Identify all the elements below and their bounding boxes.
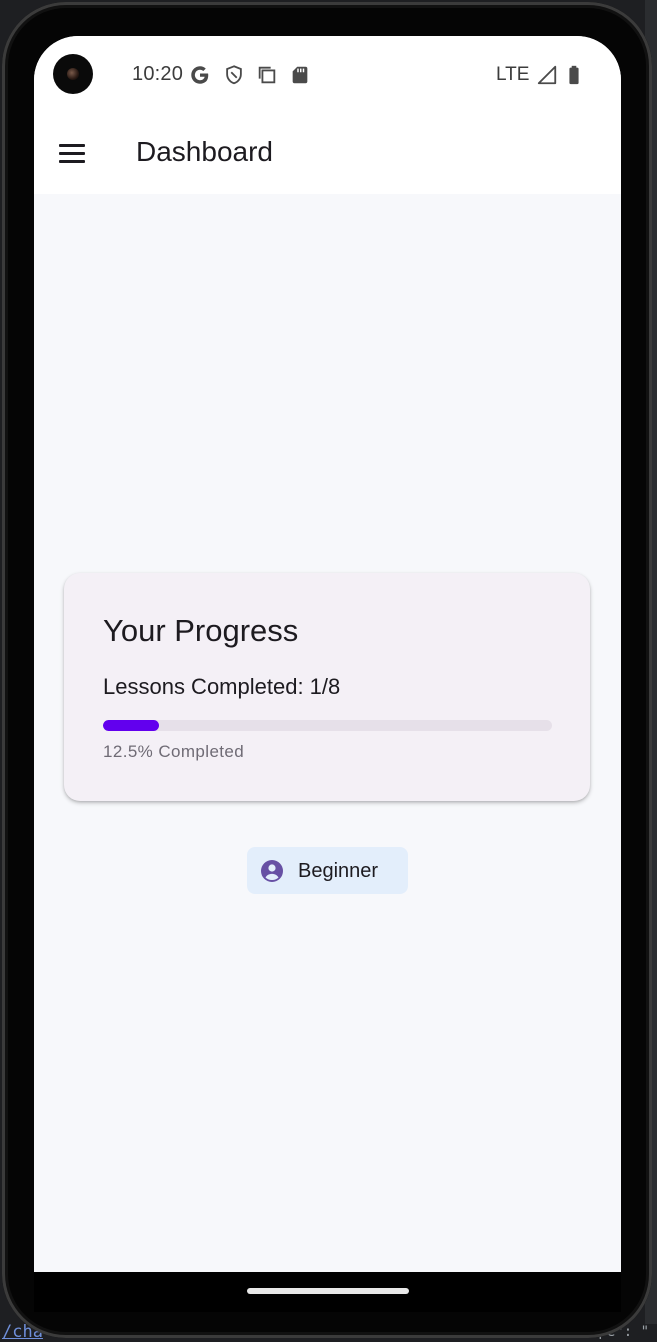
network-type: LTE [496, 64, 530, 85]
status-bar: 10:20 LTE [34, 36, 621, 114]
sd-card-icon [292, 66, 308, 84]
phone-frame: 10:20 LTE Dashboard Your Progress Lesson… [2, 2, 652, 1338]
progress-card-title: Your Progress [103, 613, 299, 648]
level-chip-label: Beginner [298, 860, 379, 882]
menu-icon[interactable] [56, 138, 88, 170]
google-icon [191, 66, 209, 84]
signal-icon [537, 65, 557, 85]
front-camera [53, 54, 93, 94]
battery-icon [569, 65, 579, 85]
copy-icon [258, 66, 276, 84]
progress-caption: 12.5% Completed [103, 742, 245, 761]
app-screen: 10:20 LTE Dashboard Your Progress Lesson… [34, 36, 621, 1274]
home-indicator[interactable] [247, 1288, 409, 1294]
lessons-completed-text: Lessons Completed: 1/8 [103, 674, 341, 699]
top-app-bar: Dashboard [34, 114, 621, 194]
progress-bar-fill [103, 720, 160, 731]
account-circle-icon [261, 860, 283, 882]
progress-card: Your Progress Lessons Completed: 1/8 12.… [64, 573, 590, 801]
page-title: Dashboard [136, 136, 273, 167]
level-chip[interactable]: Beginner [247, 847, 408, 894]
status-time: 10:20 [132, 63, 184, 85]
shield-icon [226, 65, 242, 85]
progress-bar [103, 720, 552, 731]
